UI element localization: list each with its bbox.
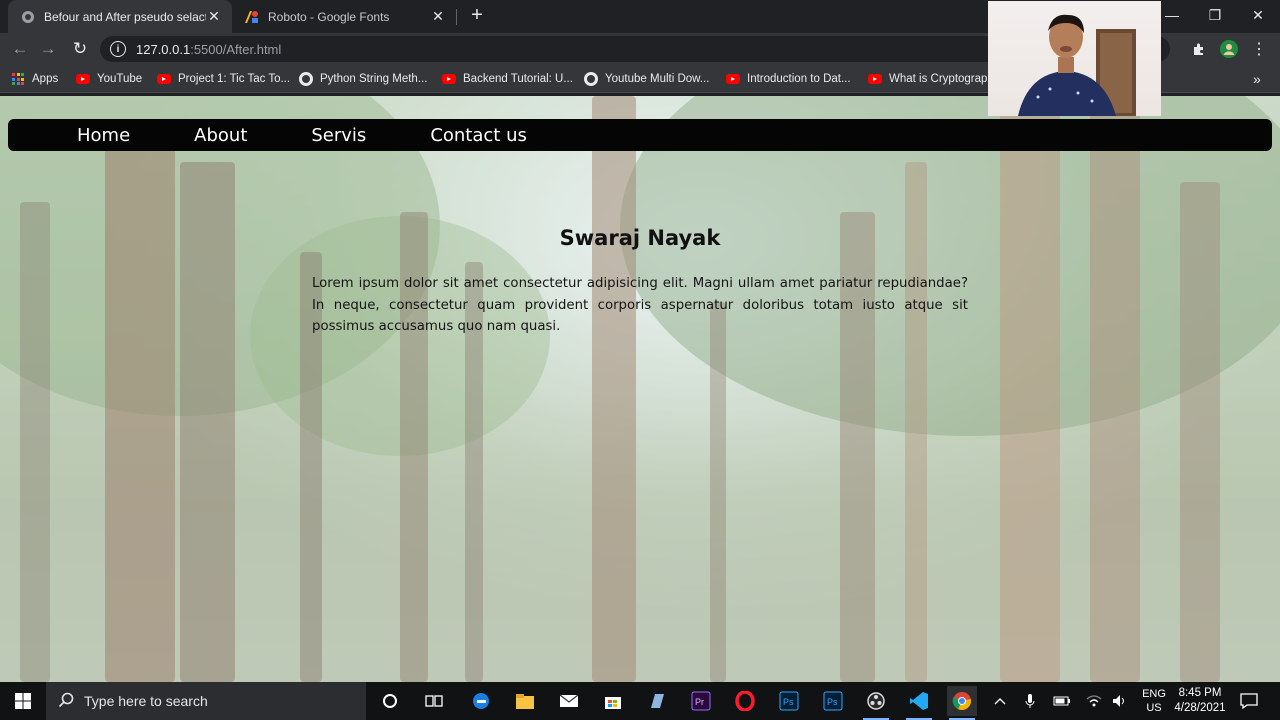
nav-home-link[interactable]: Home [77,125,130,146]
youtube-icon [726,74,740,84]
bookmark-youtube-multi[interactable]: Youtube Multi Dow... [584,70,709,88]
windows-logo-icon [15,693,31,709]
language-indicator[interactable]: ENG US [1140,682,1168,720]
photoshop-icon[interactable]: Ps [774,686,804,716]
bookmark-backend-tutorial[interactable]: Backend Tutorial: U... [442,70,573,88]
tab-active[interactable]: Befour and After pseudo selacter ✕ [8,0,232,33]
bookmark-apps[interactable]: Apps [12,70,58,88]
bookmark-label: Youtube Multi Dow... [605,73,710,85]
bookmarks-overflow-button[interactable]: » [1253,70,1261,88]
bookmark-label: YouTube [97,73,143,85]
notification-icon[interactable] [1240,682,1258,720]
nav-about-link[interactable]: About [194,125,247,146]
nav-servis-link[interactable]: Servis [311,125,366,146]
search-icon [58,692,74,711]
new-tab-button[interactable]: + [466,5,488,27]
cortana-icon[interactable] [375,686,405,716]
start-button[interactable] [0,682,46,720]
volume-icon[interactable] [1112,682,1128,720]
window-close-button[interactable]: ✕ [1236,0,1280,30]
google-fonts-icon [244,9,260,25]
page-globe-icon [20,9,36,25]
svg-text:Pr: Pr [695,697,704,707]
profile-avatar[interactable] [1218,38,1240,60]
microphone-icon[interactable] [1025,682,1035,720]
apps-grid-icon [12,73,24,85]
back-arrow-icon[interactable]: ← [8,37,32,61]
tab-title: Befour and After pseudo selacter [44,9,206,24]
svg-text:Ps: Ps [783,697,794,707]
taskbar-search-box[interactable]: Type here to search [46,682,366,720]
site-navbar: Home About Servis Contact us [8,119,1272,151]
edge-icon[interactable] [466,686,496,716]
file-explorer-icon[interactable] [510,686,540,716]
youtube-icon [76,74,90,84]
bookmark-cryptography[interactable]: What is Cryptograp... [868,70,997,88]
site-info-icon[interactable]: i [110,41,126,57]
forward-arrow-icon[interactable]: → [36,37,60,61]
language-code: ENG [1142,688,1166,700]
bookmark-label: Introduction to Dat... [747,73,851,85]
tab-inactive[interactable]: Roboto - Google Fonts ✕ [232,0,456,33]
bookmark-label: Apps [32,73,59,85]
mail-icon[interactable] [554,686,584,716]
obs-icon[interactable] [861,686,891,720]
reload-icon[interactable]: ↻ [68,37,92,61]
premiere-icon[interactable]: Pr [686,686,716,716]
menu-kebab-icon[interactable]: ⋮ [1248,38,1270,60]
clock-date: 4/28/2021 [1174,702,1226,714]
bookmark-label: What is Cryptograp... [889,73,998,85]
clock-time: 8:45 PM [1178,687,1222,699]
windows-taskbar: Type here to search Pr Ps Ps ENG US 8:45… [0,682,1280,720]
opera-icon[interactable] [730,686,760,716]
url-path: :5500/After.html [190,41,282,57]
tab-divider [456,9,457,25]
bookmark-python-string[interactable]: Python String Meth... [299,70,427,88]
url-host: 127.0.0.1 [136,41,191,57]
globe-icon [299,72,313,86]
bookmark-label: Python String Meth... [320,73,428,85]
vscode-icon[interactable] [904,686,934,720]
youtube-icon [157,74,171,84]
close-icon[interactable]: ✕ [430,8,446,25]
battery-icon[interactable] [1053,682,1071,720]
page-heading: Swaraj Nayak [559,226,721,250]
bookmark-label: Backend Tutorial: U... [463,73,573,85]
task-view-icon[interactable] [419,686,449,716]
clock[interactable]: 8:45 PM 4/28/2021 [1172,682,1228,720]
close-icon[interactable]: ✕ [206,8,222,25]
photoshop-icon[interactable]: Ps [818,686,848,716]
chrome-icon[interactable] [947,686,977,720]
intro-paragraph: Lorem ipsum dolor sit amet consectetur a… [312,276,968,334]
youtube-icon [442,74,456,84]
youtube-icon [868,74,882,84]
store-icon[interactable] [598,686,628,716]
app-icon[interactable] [642,686,672,716]
presenter-image [1018,14,1136,116]
globe-icon [584,72,598,86]
bookmark-intro-data[interactable]: Introduction to Dat... [726,70,851,88]
search-placeholder: Type here to search [84,693,208,709]
webcam-overlay [988,1,1161,116]
bookmark-project-tic-tac[interactable]: Project 1: Tic Tac To... [157,70,290,88]
svg-text:Ps: Ps [827,697,838,707]
wifi-icon[interactable] [1086,682,1102,720]
maximize-button[interactable]: ❐ [1193,0,1237,30]
bookmark-label: Project 1: Tic Tac To... [178,73,291,85]
bookmark-youtube[interactable]: YouTube [76,70,142,88]
extensions-puzzle-icon[interactable] [1188,38,1210,60]
nav-contact-link[interactable]: Contact us [430,125,527,146]
tab-title: Roboto - Google Fonts [268,9,390,24]
tray-chevron-icon[interactable] [994,682,1006,720]
keyboard-region: US [1146,702,1162,714]
forest-background-image [0,96,1280,682]
page-viewport: Home About Servis Contact us Swaraj Naya… [0,96,1280,682]
